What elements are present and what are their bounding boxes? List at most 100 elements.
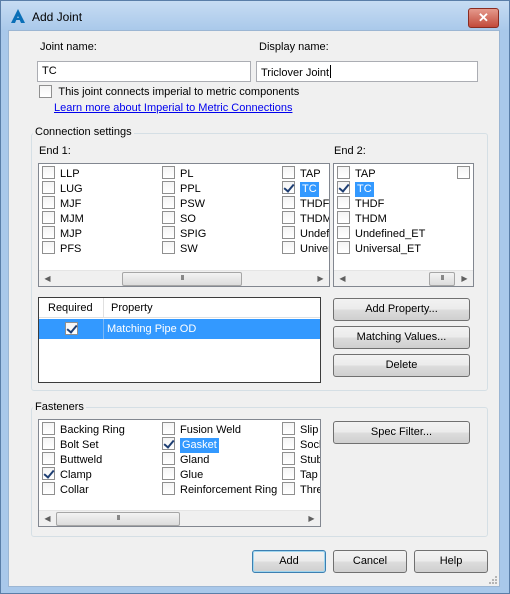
end2-hscrollbar[interactable]: ◀ III ▶: [334, 270, 473, 286]
list-item[interactable]: TAP: [282, 166, 321, 181]
item-checkbox[interactable]: [457, 166, 470, 179]
item-checkbox[interactable]: [282, 211, 295, 224]
fasteners-listbox[interactable]: Thre Tap Stub Socl Slip Reinforcement Ring Glu…: [38, 419, 321, 527]
item-checkbox[interactable]: [42, 181, 55, 194]
list-item[interactable]: Tap: [282, 467, 318, 482]
item-checkbox[interactable]: [162, 166, 175, 179]
required-column-header[interactable]: Required: [48, 302, 93, 314]
matching-values-button[interactable]: Matching Values...: [333, 326, 470, 349]
help-button[interactable]: Help: [414, 550, 488, 573]
title-bar[interactable]: Add Joint ✕: [1, 1, 509, 31]
item-checkbox[interactable]: [42, 166, 55, 179]
item-checkbox[interactable]: [42, 422, 55, 435]
scroll-thumb[interactable]: III: [429, 272, 455, 286]
list-item[interactable]: Undefined_ET: [337, 226, 425, 241]
list-item[interactable]: THDM: [282, 211, 329, 226]
scroll-left-arrow-icon[interactable]: ◀: [39, 511, 56, 526]
list-item[interactable]: THDF: [282, 196, 329, 211]
list-item[interactable]: Slip: [282, 422, 318, 437]
item-checkbox[interactable]: [162, 226, 175, 239]
delete-button[interactable]: Delete: [333, 354, 470, 377]
list-item[interactable]: SO: [162, 211, 196, 226]
scroll-right-arrow-icon[interactable]: ▶: [303, 511, 320, 526]
list-item[interactable]: THDM: [337, 211, 387, 226]
item-checkbox[interactable]: [282, 467, 295, 480]
display-name-input[interactable]: Triclover Joint: [256, 61, 478, 82]
item-checkbox[interactable]: [282, 166, 295, 179]
cancel-button[interactable]: Cancel: [333, 550, 407, 573]
learn-more-link[interactable]: Learn more about Imperial to Metric Conn…: [54, 102, 292, 114]
item-checkbox[interactable]: [162, 467, 175, 480]
item-checkbox[interactable]: [42, 196, 55, 209]
list-item[interactable]: LUG: [42, 181, 83, 196]
list-item[interactable]: Clamp: [42, 467, 92, 482]
scroll-left-arrow-icon[interactable]: ◀: [39, 271, 56, 286]
item-checkbox[interactable]: [162, 437, 175, 450]
item-checkbox[interactable]: [282, 181, 295, 194]
item-checkbox[interactable]: [162, 181, 175, 194]
item-checkbox[interactable]: [42, 226, 55, 239]
list-item[interactable]: PPL: [162, 181, 201, 196]
joint-name-input[interactable]: TC: [37, 61, 251, 82]
scroll-right-arrow-icon[interactable]: ▶: [456, 271, 473, 286]
list-item[interactable]: THDF: [337, 196, 384, 211]
list-item[interactable]: LLP: [42, 166, 80, 181]
imperial-metric-checkbox[interactable]: This joint connects imperial to metric c…: [39, 84, 299, 99]
scroll-thumb[interactable]: III: [56, 512, 180, 526]
item-checkbox[interactable]: [282, 422, 295, 435]
add-button[interactable]: Add: [252, 550, 326, 573]
property-column-header[interactable]: Property: [111, 302, 153, 314]
item-checkbox[interactable]: [337, 226, 350, 239]
list-item[interactable]: MJM: [42, 211, 84, 226]
list-item[interactable]: SPIG: [162, 226, 206, 241]
list-item[interactable]: PSW: [162, 196, 205, 211]
item-checkbox[interactable]: [162, 211, 175, 224]
list-item[interactable]: V: [457, 166, 473, 181]
item-checkbox[interactable]: [282, 226, 295, 239]
list-item[interactable]: Socl: [282, 437, 320, 452]
list-item[interactable]: TAP: [337, 166, 376, 181]
item-checkbox[interactable]: [42, 437, 55, 450]
end2-listbox[interactable]: V Universal_ET Undefined_ET THDM THDFTC TAP ◀…: [333, 163, 474, 287]
item-checkbox[interactable]: [42, 452, 55, 465]
item-checkbox[interactable]: [282, 452, 295, 465]
item-checkbox[interactable]: [337, 166, 350, 179]
required-checkbox[interactable]: [65, 322, 78, 335]
list-item[interactable]: Gland: [162, 452, 209, 467]
item-checkbox[interactable]: [42, 211, 55, 224]
item-checkbox[interactable]: [337, 241, 350, 254]
fasteners-hscrollbar[interactable]: ◀ III ▶: [39, 510, 320, 526]
list-item[interactable]: Bolt Set: [42, 437, 99, 452]
close-button[interactable]: ✕: [468, 8, 499, 28]
item-checkbox[interactable]: [282, 241, 295, 254]
list-item[interactable]: MJP: [42, 226, 82, 241]
imperial-metric-checkbox-box[interactable]: [39, 85, 52, 99]
list-item[interactable]: SW: [162, 241, 198, 256]
list-item[interactable]: Collar: [42, 482, 89, 497]
list-item[interactable]: Glue: [162, 467, 203, 482]
item-checkbox[interactable]: [42, 467, 55, 480]
item-checkbox[interactable]: [282, 437, 295, 450]
list-item[interactable]: PL: [162, 166, 193, 181]
item-checkbox[interactable]: [282, 196, 295, 209]
list-item[interactable]: Reinforcement Ring: [162, 482, 277, 497]
item-checkbox[interactable]: [162, 422, 175, 435]
property-grid-row[interactable]: Matching Pipe OD: [39, 319, 320, 339]
list-item[interactable]: PFS: [42, 241, 81, 256]
scroll-right-arrow-icon[interactable]: ▶: [312, 271, 329, 286]
scroll-left-arrow-icon[interactable]: ◀: [334, 271, 351, 286]
item-checkbox[interactable]: [42, 241, 55, 254]
list-item[interactable]: TC: [337, 181, 374, 197]
end1-listbox[interactable]: Univer Undefi THDM THDF TC TAP SW SPIG SO PSW PPL P…: [38, 163, 330, 287]
scroll-thumb[interactable]: III: [122, 272, 242, 286]
list-item[interactable]: Univer: [282, 241, 329, 256]
item-checkbox[interactable]: [162, 482, 175, 495]
item-checkbox[interactable]: [337, 181, 350, 194]
spec-filter-button[interactable]: Spec Filter...: [333, 421, 470, 444]
list-item[interactable]: TC: [282, 181, 319, 197]
list-item[interactable]: Fusion Weld: [162, 422, 241, 437]
item-checkbox[interactable]: [337, 196, 350, 209]
list-item[interactable]: MJF: [42, 196, 81, 211]
item-checkbox[interactable]: [162, 196, 175, 209]
end1-hscrollbar[interactable]: ◀ III ▶: [39, 270, 329, 286]
